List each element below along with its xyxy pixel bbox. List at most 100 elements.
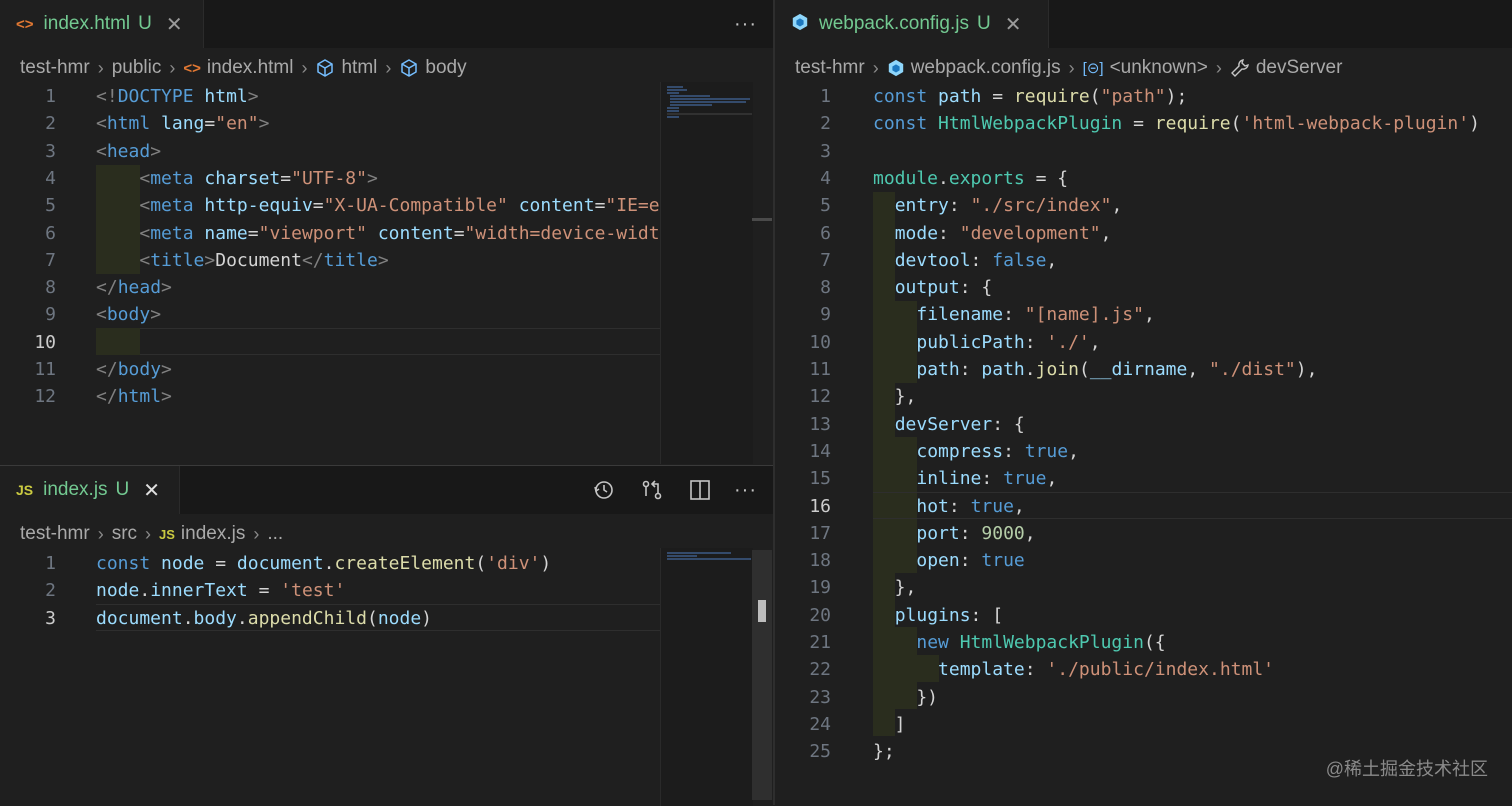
code-line[interactable]: 1 const path = require("path"); xyxy=(775,83,1512,110)
code-text: <html lang="en"> xyxy=(96,110,269,137)
line-number: 20 xyxy=(809,604,831,626)
tab-index-js[interactable]: JS index.js U ✕ xyxy=(0,466,180,514)
breadcrumb-folder[interactable]: test-hmr xyxy=(20,523,90,545)
code-line[interactable]: 16 hot: true, xyxy=(775,493,1512,520)
code-line[interactable]: 4 <meta charset="UTF-8"> xyxy=(0,165,773,192)
breadcrumb-file[interactable]: webpack.config.js xyxy=(911,57,1061,79)
code-line[interactable]: 8 output: { xyxy=(775,274,1512,301)
breadcrumb-symbol[interactable]: <unknown> xyxy=(1110,57,1208,79)
line-number: 19 xyxy=(809,577,831,599)
code-line[interactable]: 5 <meta http-equiv="X-UA-Compatible" con… xyxy=(0,192,773,219)
code-line[interactable]: 24 ] xyxy=(775,711,1512,738)
breadcrumb: test-hmr › public › <> index.html › html… xyxy=(20,54,467,82)
code-line[interactable]: 3 xyxy=(775,138,1512,165)
line-number: 3 xyxy=(45,607,56,629)
minimap[interactable] xyxy=(660,82,753,464)
line-number: 2 xyxy=(45,113,56,135)
breadcrumb-symbol[interactable]: body xyxy=(425,57,466,79)
line-number: 10 xyxy=(34,331,56,353)
breadcrumb-ellipsis[interactable]: ... xyxy=(267,523,283,545)
code-line[interactable]: 13 devServer: { xyxy=(775,411,1512,438)
code-line[interactable]: 3 document.body.appendChild(node) xyxy=(0,605,773,632)
timeline-history-icon[interactable] xyxy=(590,476,618,504)
code-token: , xyxy=(1046,249,1058,271)
code-line[interactable]: 2 const HtmlWebpackPlugin = require('html… xyxy=(775,110,1512,137)
chevron-right-icon: › xyxy=(301,57,308,78)
code-line[interactable]: 2 <html lang="en"> xyxy=(0,110,773,137)
more-actions-icon[interactable]: ··· xyxy=(734,479,757,502)
code-line[interactable]: 3 <head> xyxy=(0,138,773,165)
code-token: = xyxy=(247,580,281,602)
code-line[interactable]: 10 publicPath: './', xyxy=(775,329,1512,356)
minimap[interactable] xyxy=(660,548,753,806)
code-token: </ xyxy=(96,277,118,299)
code-line[interactable]: 18 open: true xyxy=(775,547,1512,574)
tab-webpack-config[interactable]: webpack.config.js U ✕ xyxy=(775,0,1049,48)
code-editor[interactable]: 1 const node = document.createElement('di… xyxy=(0,550,773,800)
breadcrumb-folder[interactable]: test-hmr xyxy=(20,57,90,79)
breadcrumb-file[interactable]: index.html xyxy=(207,57,294,79)
code-line[interactable]: 20 plugins: [ xyxy=(775,602,1512,629)
element-cube-icon xyxy=(399,58,419,78)
scrollbar-thumb[interactable] xyxy=(758,600,766,622)
code-token: './' xyxy=(1046,331,1090,353)
open-changes-icon[interactable] xyxy=(638,476,666,504)
close-icon[interactable]: ✕ xyxy=(166,12,183,37)
code-line[interactable]: 12 }, xyxy=(775,383,1512,410)
tab-index-html[interactable]: <> index.html U ✕ xyxy=(0,0,204,48)
code-line[interactable]: 23 }) xyxy=(775,684,1512,711)
code-token: < xyxy=(96,304,107,326)
breadcrumb-symbol[interactable]: html xyxy=(341,57,377,79)
code-line[interactable]: 12 </html> xyxy=(0,383,773,410)
code-line[interactable]: 19 }, xyxy=(775,574,1512,601)
code-line[interactable]: 11 </body> xyxy=(0,356,773,383)
breadcrumb-folder[interactable]: public xyxy=(112,57,162,79)
more-actions-icon[interactable]: ··· xyxy=(734,13,757,36)
code-line[interactable]: 9 <body> xyxy=(0,301,773,328)
code-token: ( xyxy=(1230,113,1242,135)
code-line[interactable]: 14 compress: true, xyxy=(775,438,1512,465)
code-editor[interactable]: 1 const path = require("path"); 2 const Htm… xyxy=(775,83,1512,805)
breadcrumb-file[interactable]: index.js xyxy=(181,523,245,545)
code-editor[interactable]: 1 <!DOCTYPE html> 2 <html lang="en"> 3 <head>… xyxy=(0,83,773,464)
code-line[interactable]: 21 new HtmlWebpackPlugin({ xyxy=(775,629,1512,656)
code-line[interactable]: 9 filename: "[name].js", xyxy=(775,301,1512,328)
code-line[interactable]: 6 <meta name="viewport" content="width=d… xyxy=(0,220,773,247)
code-line[interactable]: 2 node.innerText = 'test' xyxy=(0,577,773,604)
tab-label: webpack.config.js xyxy=(819,13,969,34)
close-icon[interactable]: ✕ xyxy=(1005,12,1022,37)
code-line[interactable]: 7 <title>Document</title> xyxy=(0,247,773,274)
scrollbar-thumb[interactable] xyxy=(752,218,772,221)
code-text: entry: "./src/index", xyxy=(873,192,1123,219)
code-token: : xyxy=(959,550,982,572)
code-line[interactable]: 5 entry: "./src/index", xyxy=(775,192,1512,219)
code-line[interactable]: 6 mode: "development", xyxy=(775,220,1512,247)
code-line[interactable]: 15 inline: true, xyxy=(775,465,1512,492)
breadcrumb-symbol[interactable]: devServer xyxy=(1256,57,1343,79)
code-token: true xyxy=(1003,468,1047,490)
breadcrumb-folder[interactable]: test-hmr xyxy=(795,57,865,79)
code-token: meta xyxy=(150,195,194,217)
scrollbar-track[interactable] xyxy=(752,550,772,800)
code-line[interactable]: 10 xyxy=(0,329,773,356)
code-line[interactable]: 1 const node = document.createElement('di… xyxy=(0,550,773,577)
code-line[interactable]: 11 path: path.join(__dirname, "./dist"), xyxy=(775,356,1512,383)
code-line[interactable]: 7 devtool: false, xyxy=(775,247,1512,274)
close-icon[interactable]: ✕ xyxy=(143,478,160,503)
code-line[interactable]: 8 </head> xyxy=(0,274,773,301)
code-line[interactable]: 17 port: 9000, xyxy=(775,520,1512,547)
breadcrumb-folder[interactable]: src xyxy=(112,523,137,545)
code-token: = xyxy=(280,167,292,189)
code-line[interactable]: 1 <!DOCTYPE html> xyxy=(0,83,773,110)
code-line[interactable]: 22 template: './public/index.html' xyxy=(775,656,1512,683)
split-editor-icon[interactable] xyxy=(686,476,714,504)
code-line[interactable]: 4 module.exports = { xyxy=(775,165,1512,192)
code-token: false xyxy=(992,249,1047,271)
